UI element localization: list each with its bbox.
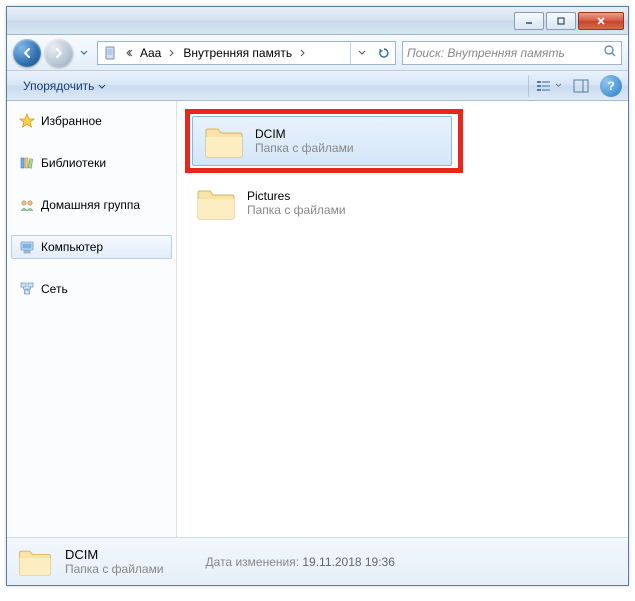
- preview-pane-button[interactable]: [568, 75, 594, 97]
- help-button[interactable]: ?: [600, 75, 622, 97]
- folder-icon: [203, 123, 245, 159]
- navbar: Aaa Внутренняя память: [7, 35, 628, 71]
- sidebar-item-label: Компьютер: [41, 240, 103, 254]
- sidebar-item-label: Библиотеки: [41, 156, 106, 170]
- view-mode-button[interactable]: [528, 75, 566, 97]
- sidebar: Избранное Библиотеки Домашняя группа Ком…: [7, 101, 177, 537]
- status-name: DCIM: [65, 547, 164, 562]
- address-bar[interactable]: Aaa Внутренняя память: [97, 41, 396, 65]
- maximize-button[interactable]: [546, 12, 576, 30]
- content-pane[interactable]: DCIM Папка с файлами Pictures Папка с фа…: [177, 101, 628, 537]
- sidebar-item-favorites[interactable]: Избранное: [7, 109, 176, 133]
- device-icon: [100, 43, 120, 63]
- toolbar: Упорядочить ?: [7, 71, 628, 101]
- organize-label: Упорядочить: [23, 79, 94, 93]
- toolbar-right: ?: [528, 75, 622, 97]
- folder-icon: [195, 185, 237, 221]
- sidebar-item-libraries[interactable]: Библиотеки: [7, 151, 176, 175]
- titlebar: [7, 7, 628, 35]
- address-bar-actions: [350, 42, 395, 64]
- item-subtitle: Папка с файлами: [255, 141, 354, 155]
- breadcrumb-back-chevron[interactable]: [122, 42, 136, 64]
- chevron-down-icon: [98, 79, 106, 93]
- breadcrumb-item[interactable]: Aaa: [136, 42, 165, 64]
- breadcrumb-item[interactable]: Внутренняя память: [179, 42, 296, 64]
- refresh-button[interactable]: [373, 42, 395, 64]
- sidebar-item-computer[interactable]: Компьютер: [11, 235, 172, 259]
- status-meta: Дата изменения: 19.11.2018 19:36: [206, 555, 395, 569]
- item-name: Pictures: [247, 189, 346, 203]
- search-input[interactable]: [407, 46, 603, 60]
- minimize-button[interactable]: [514, 12, 544, 30]
- folder-item-pictures[interactable]: Pictures Папка с файлами: [185, 179, 445, 227]
- item-name: DCIM: [255, 127, 354, 141]
- nav-history-dropdown[interactable]: [77, 43, 91, 63]
- network-icon: [19, 281, 35, 297]
- sidebar-item-homegroup[interactable]: Домашняя группа: [7, 193, 176, 217]
- status-date-value: 19.11.2018 19:36: [302, 555, 395, 569]
- highlight-box: DCIM Папка с файлами: [185, 109, 463, 173]
- star-icon: [19, 113, 35, 129]
- organize-button[interactable]: Упорядочить: [13, 74, 116, 98]
- forward-button[interactable]: [45, 39, 73, 67]
- explorer-window: Aaa Внутренняя память Упорядочить ?: [6, 6, 629, 586]
- item-subtitle: Папка с файлами: [247, 203, 346, 217]
- search-icon: [603, 44, 617, 61]
- sidebar-item-label: Избранное: [41, 114, 102, 128]
- back-button[interactable]: [13, 39, 41, 67]
- homegroup-icon: [19, 197, 35, 213]
- statusbar: DCIM Папка с файлами Дата изменения: 19.…: [7, 537, 628, 585]
- breadcrumb-chevron-icon[interactable]: [296, 42, 310, 64]
- close-button[interactable]: [578, 12, 624, 30]
- sidebar-item-label: Сеть: [41, 282, 68, 296]
- sidebar-item-network[interactable]: Сеть: [7, 277, 176, 301]
- breadcrumb-chevron-icon[interactable]: [165, 42, 179, 64]
- status-date-label: Дата изменения:: [206, 555, 300, 569]
- computer-icon: [19, 239, 35, 255]
- status-subtitle: Папка с файлами: [65, 562, 164, 576]
- search-box[interactable]: [402, 41, 622, 65]
- address-dropdown[interactable]: [351, 42, 373, 64]
- folder-item-dcim[interactable]: DCIM Папка с файлами: [192, 116, 452, 166]
- body: Избранное Библиотеки Домашняя группа Ком…: [7, 101, 628, 537]
- libraries-icon: [19, 155, 35, 171]
- sidebar-item-label: Домашняя группа: [41, 198, 140, 212]
- folder-icon: [17, 546, 53, 578]
